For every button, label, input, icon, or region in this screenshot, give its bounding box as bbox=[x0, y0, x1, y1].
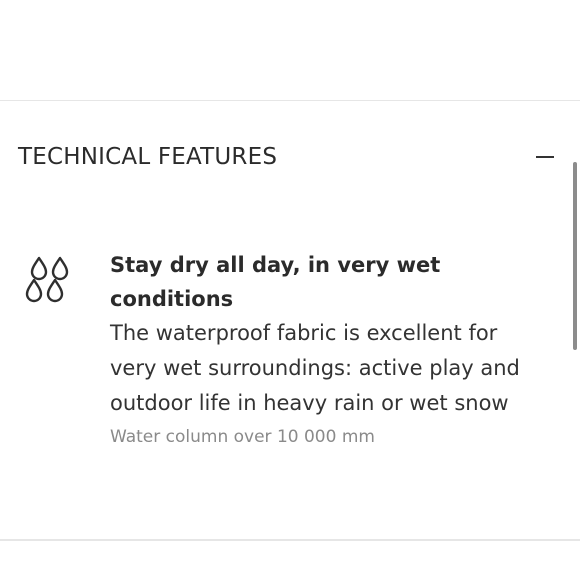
feature-spec: Water column over 10 000 mm bbox=[110, 427, 375, 447]
section-title: TECHNICAL FEATURES bbox=[18, 144, 278, 170]
scrollbar[interactable] bbox=[573, 162, 577, 350]
technical-features-accordion-header[interactable]: TECHNICAL FEATURES bbox=[18, 139, 558, 175]
feature-text: Stay dry all day, in very wet conditions… bbox=[110, 248, 540, 453]
raindrops-icon bbox=[25, 256, 69, 303]
bottom-divider bbox=[0, 539, 580, 541]
top-divider bbox=[0, 100, 580, 101]
feature-description: The waterproof fabric is excellent for v… bbox=[110, 321, 520, 415]
feature-item: Stay dry all day, in very wet conditions… bbox=[22, 248, 552, 453]
minus-icon[interactable] bbox=[536, 148, 554, 166]
feature-title: Stay dry all day, in very wet conditions bbox=[110, 253, 441, 311]
product-details-panel: TECHNICAL FEATURES Stay dry all day, in … bbox=[0, 0, 580, 580]
